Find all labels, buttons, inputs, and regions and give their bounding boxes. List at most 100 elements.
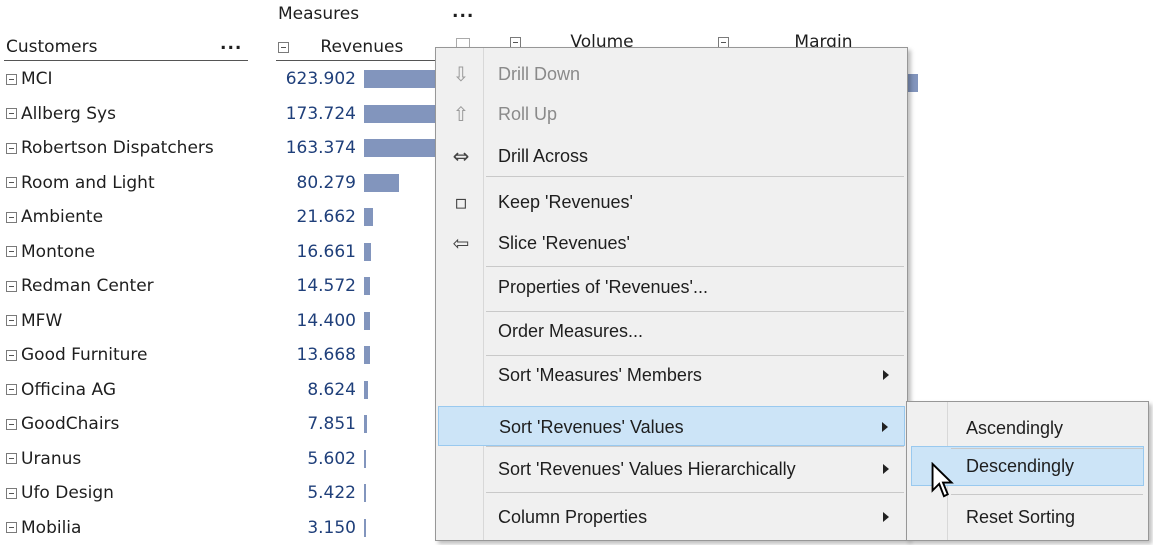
customer-row[interactable]: Officina AG — [6, 373, 116, 407]
expand-icon[interactable] — [6, 142, 17, 154]
expand-icon[interactable] — [6, 349, 17, 361]
expand-icon[interactable] — [6, 487, 17, 499]
expand-icon[interactable] — [6, 246, 17, 257]
menu-item-label: Drill Across — [498, 146, 589, 166]
expand-icon[interactable] — [6, 315, 17, 326]
collapse-icon[interactable] — [278, 41, 289, 53]
menu-item-label: Slice 'Revenues' — [498, 233, 630, 253]
menu-item-properties-of-revenues[interactable]: Properties of 'Revenues'... — [438, 267, 905, 307]
arrow-left-icon: ⇦ — [452, 231, 470, 255]
context-menu: ⇩ Drill Down ⇧ Roll Up ⇔ Drill Across ▫ Keep 'R… — [435, 47, 908, 541]
customers-header[interactable]: Customers — [6, 37, 97, 57]
customer-row[interactable]: Good Furniture — [6, 338, 148, 372]
customer-row[interactable]: Robertson Dispatchers — [6, 131, 214, 165]
expand-icon[interactable] — [6, 73, 17, 85]
revenue-bar — [364, 139, 435, 157]
expand-icon[interactable] — [6, 522, 17, 533]
revenue-bar — [364, 380, 368, 399]
expand-icon[interactable] — [6, 108, 17, 119]
revenue-value[interactable]: 80.279 — [250, 166, 356, 200]
menu-item-label: Keep 'Revenues' — [498, 192, 633, 212]
menu-item-label: Sort 'Revenues' Values — [499, 417, 684, 437]
revenue-value[interactable]: 16.661 — [250, 235, 356, 269]
volume-expand-icon[interactable] — [510, 36, 521, 48]
customers-header-underline — [4, 60, 248, 61]
expand-icon[interactable] — [6, 177, 17, 188]
customer-row[interactable]: Ambiente — [6, 200, 103, 234]
submenu-item-label: Ascendingly — [966, 418, 1064, 438]
revenue-bar — [364, 173, 399, 192]
expand-icon[interactable] — [6, 453, 17, 464]
revenue-bar — [364, 484, 367, 502]
revenue-value[interactable]: 3.150 — [250, 511, 356, 545]
customer-name: Room and Light — [21, 172, 155, 193]
customer-row[interactable]: Redman Center — [6, 269, 154, 303]
revenue-value[interactable]: 5.422 — [250, 476, 356, 510]
mouse-cursor-icon — [931, 462, 954, 498]
submenu-item-ascendingly[interactable]: Ascendingly — [911, 408, 1144, 448]
menu-item-slice-revenues[interactable]: ⇦ Slice 'Revenues' — [438, 223, 905, 263]
customer-row[interactable]: MCI — [6, 62, 53, 96]
menu-item-roll-up[interactable]: ⇧ Roll Up — [438, 94, 905, 134]
customer-name: Good Furniture — [21, 345, 148, 365]
expand-icon[interactable] — [6, 280, 17, 292]
arrow-left-right-icon: ⇔ — [452, 144, 470, 168]
revenue-value[interactable]: 173.724 — [250, 97, 356, 131]
menu-item-sort-measures-members[interactable]: Sort 'Measures' Members — [438, 355, 905, 395]
customer-row[interactable]: Allberg Sys — [6, 97, 116, 131]
revenue-value[interactable]: 8.624 — [250, 373, 356, 407]
submenu-item-label: Descendingly — [966, 456, 1075, 476]
revenue-bar — [364, 449, 367, 468]
customer-row[interactable]: Uranus — [6, 442, 81, 476]
revenue-bar — [364, 242, 372, 261]
customer-row[interactable]: MFW — [6, 304, 62, 338]
menu-item-keep-revenues[interactable]: ▫ Keep 'Revenues' — [438, 182, 905, 222]
revenue-value[interactable]: 623.902 — [250, 62, 356, 96]
revenues-column-label: Revenues — [320, 37, 404, 57]
customer-name: Ambiente — [21, 207, 104, 227]
customer-row[interactable]: Room and Light — [6, 166, 155, 200]
menu-item-drill-across[interactable]: ⇔ Drill Across — [438, 136, 905, 176]
revenue-value[interactable]: 5.602 — [250, 442, 356, 476]
revenue-value[interactable]: 163.374 — [250, 131, 356, 165]
margin-column-header[interactable]: Margin — [718, 32, 852, 48]
expand-icon[interactable] — [6, 384, 17, 395]
arrow-down-icon: ⇩ — [452, 62, 470, 86]
volume-column-header[interactable]: Volume — [510, 32, 634, 48]
volume-column-label: Volume — [570, 32, 634, 48]
expand-icon[interactable] — [6, 418, 17, 430]
revenue-value[interactable]: 14.572 — [250, 269, 356, 303]
menu-item-drill-down[interactable]: ⇩ Drill Down — [438, 54, 905, 94]
menu-separator — [486, 266, 904, 267]
submenu-item-label: Reset Sorting — [966, 507, 1076, 527]
customer-row[interactable]: Ufo Design — [6, 476, 114, 510]
revenue-value[interactable]: 14.400 — [250, 304, 356, 338]
revenue-value[interactable]: 21.662 — [250, 200, 356, 234]
menu-separator — [486, 176, 904, 177]
menu-item-sort-revenues-values-hierarchically[interactable]: Sort 'Revenues' Values Hierarchically — [438, 449, 905, 489]
menu-item-label: Drill Down — [498, 64, 581, 84]
expand-icon[interactable] — [6, 211, 17, 223]
menu-item-order-measures[interactable]: Order Measures... — [438, 311, 905, 351]
measures-header[interactable]: Measures — [278, 4, 359, 24]
menu-item-label: Order Measures... — [498, 321, 644, 341]
square-icon: ▫ — [454, 190, 468, 214]
revenue-bar — [364, 311, 371, 330]
measures-more-button[interactable]: ... — [452, 2, 474, 22]
customer-row[interactable]: Montone — [6, 235, 95, 269]
revenue-value[interactable]: 13.668 — [250, 338, 356, 372]
customer-row[interactable]: GoodChairs — [6, 407, 119, 441]
customers-more-button[interactable]: ... — [220, 34, 242, 54]
menu-item-sort-revenues-values[interactable]: Sort 'Revenues' Values — [438, 406, 905, 446]
revenue-bar — [364, 346, 370, 364]
customer-name: MFW — [21, 310, 63, 331]
menu-separator — [486, 446, 904, 447]
menu-item-column-properties[interactable]: Column Properties — [438, 497, 905, 537]
revenue-value[interactable]: 7.851 — [250, 407, 356, 441]
customer-name: Allberg Sys — [21, 103, 116, 124]
revenues-header-underline — [276, 60, 436, 61]
revenues-column-header[interactable]: Revenues — [278, 37, 403, 57]
margin-expand-icon[interactable] — [718, 36, 729, 48]
customer-row[interactable]: Mobilia — [6, 511, 81, 545]
submenu-item-reset-sorting[interactable]: Reset Sorting — [911, 497, 1144, 537]
